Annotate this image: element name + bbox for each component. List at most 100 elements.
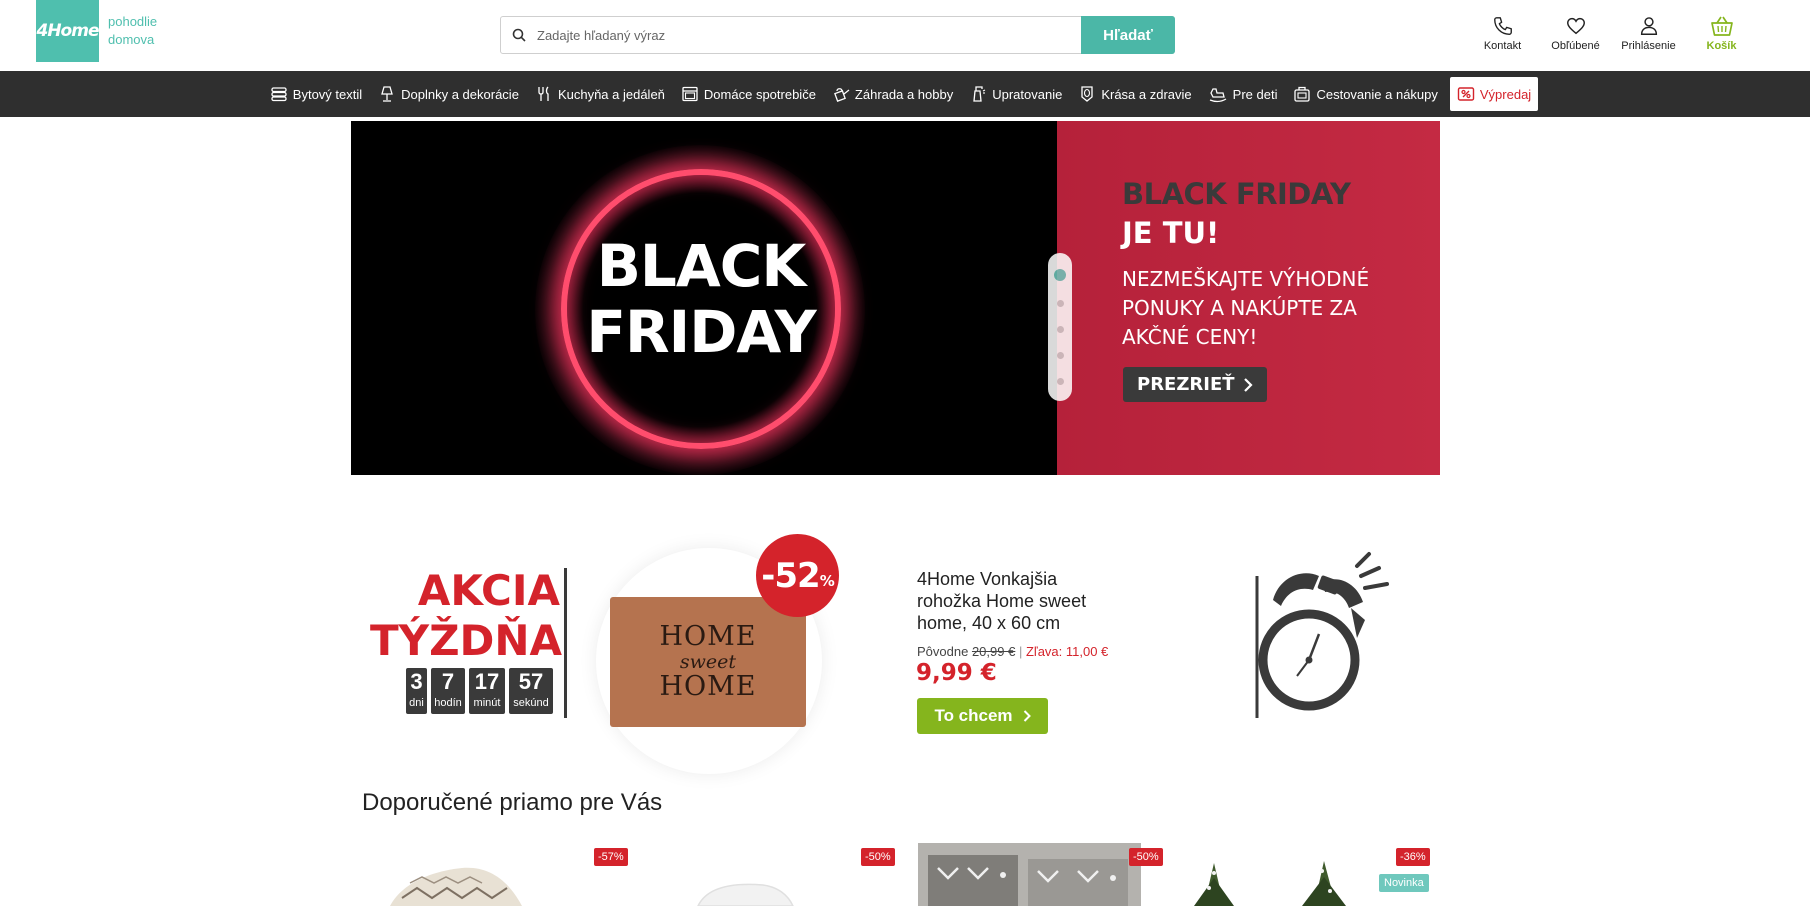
logo[interactable]: 4Home: [36, 0, 99, 62]
hero-banner[interactable]: BLACK FRIDAY BLACK FRIDAY JE TU! NEZMEŠK…: [351, 121, 1440, 475]
towels-icon: [271, 87, 287, 102]
countdown-label: minút: [473, 697, 501, 709]
contact-link[interactable]: Kontakt: [1466, 15, 1539, 52]
hero-dot[interactable]: [1056, 299, 1064, 307]
deal-product-name[interactable]: 4Home Vonkajšia rohožka Home sweet home,…: [917, 568, 1097, 634]
basket-icon: [1710, 16, 1733, 36]
chevron-right-icon: [1243, 377, 1253, 392]
discount-badge: -36%: [1396, 848, 1430, 866]
buy-button-label: To chcem: [934, 706, 1013, 725]
hero-cta-button[interactable]: PREZRIEŤ: [1123, 367, 1267, 402]
countdown-value: 7: [441, 669, 455, 694]
product-image: [390, 867, 522, 906]
user-icon: [1640, 17, 1657, 35]
discount-badge: -52%: [756, 534, 839, 617]
nav-label: Domáce spotrebiče: [703, 86, 816, 102]
product-image: [918, 843, 1141, 906]
nav-item-cestovanie[interactable]: Cestovanie a nákupy: [1285, 77, 1445, 111]
nav-label: Bytový textil: [292, 86, 363, 102]
hero-subtitle: JE TU!: [1122, 216, 1220, 250]
alarm-clock-icon: [1255, 552, 1389, 718]
nav-label: Kuchyňa a jedáleň: [557, 86, 665, 102]
hero-left-panel: BLACK FRIDAY: [351, 121, 1057, 475]
nav-label: Upratovanie: [992, 86, 1063, 102]
hero-dot[interactable]: [1054, 268, 1066, 281]
recommended-title: Doporučené priamo pre Vás: [362, 789, 663, 816]
savings-amount: Zľava: 11,00 €: [1025, 644, 1109, 659]
hero-dot[interactable]: [1056, 378, 1064, 386]
login-label: Prihlásenie: [1621, 40, 1676, 52]
product-card[interactable]: [362, 843, 585, 906]
countdown-hours: 7 hodín: [431, 668, 465, 714]
tagline-line1: pohodlie: [108, 14, 158, 29]
countdown-value: 3: [410, 669, 423, 694]
category-nav: Bytový textil Doplnky a dekorácie Kuchyň…: [0, 71, 1810, 117]
mirror-icon: [1081, 86, 1093, 102]
hero-dot[interactable]: [1056, 325, 1064, 333]
doormat-text: HOME: [659, 621, 757, 652]
nav-item-krasa[interactable]: Krása a zdravie: [1070, 77, 1199, 111]
doormat-image[interactable]: HOME sweet HOME: [610, 597, 806, 727]
hero-big-title: BLACK FRIDAY: [561, 233, 841, 365]
search-input[interactable]: [537, 17, 1081, 53]
original-price-label: Pôvodne: [917, 644, 969, 659]
search-button[interactable]: Hľadať: [1081, 16, 1175, 54]
search-bar: Hľadať: [500, 16, 1175, 54]
nav-item-vypredaj[interactable]: Výpredaj: [1449, 77, 1539, 111]
logo-text: 4Home: [36, 21, 100, 41]
chevron-right-icon: [1023, 710, 1031, 722]
new-badge: Novinka: [1379, 874, 1429, 892]
hero-big-line1: BLACK: [596, 232, 807, 300]
countdown-value: 57: [518, 669, 544, 694]
favorites-link[interactable]: Obľúbené: [1539, 15, 1612, 52]
favorites-label: Obľúbené: [1551, 40, 1600, 52]
hero-cta-label: PREZRIEŤ: [1137, 374, 1235, 395]
hero-pagination: [1048, 253, 1072, 401]
tagline-line2: domova: [108, 32, 155, 47]
deal-title: AKCIA TÝŽDŇA: [370, 566, 563, 666]
product-card[interactable]: [1164, 843, 1387, 906]
nav-item-doplnky[interactable]: Doplnky a dekorácie: [370, 77, 527, 111]
deal-title-line2: TÝŽDŇA: [370, 616, 563, 665]
hero-dot[interactable]: [1056, 352, 1064, 360]
site-header: 4Home pohodlie domova Hľadať Kontakt Obľ…: [0, 0, 1810, 71]
tagline: pohodlie domova: [108, 13, 157, 49]
nav-label: Doplnky a dekorácie: [401, 86, 519, 102]
buy-button[interactable]: To chcem: [917, 698, 1048, 734]
deal-title-line1: AKCIA: [417, 566, 560, 615]
login-link[interactable]: Prihlásenie: [1612, 15, 1685, 52]
discount-badge: -50%: [861, 848, 895, 866]
sale-tag-icon: [1457, 87, 1475, 101]
price-separator: |: [1018, 644, 1023, 659]
countdown-label: sekúnd: [513, 697, 549, 709]
contact-label: Kontakt: [1483, 40, 1522, 52]
deal-divider: [564, 568, 567, 718]
product-image: [1194, 861, 1346, 906]
product-card[interactable]: [628, 843, 851, 906]
nav-label: Záhrada a hobby: [854, 86, 954, 102]
cart-link[interactable]: Košík: [1685, 15, 1758, 52]
product-card[interactable]: [918, 843, 1141, 906]
discount-value: -52: [761, 555, 820, 596]
nav-item-zahrada[interactable]: Záhrada a hobby: [824, 77, 961, 111]
heart-icon: [1566, 17, 1585, 35]
countdown-seconds: 57 sekúnd: [509, 668, 553, 714]
nav-label: Cestovanie a nákupy: [1316, 86, 1438, 102]
hero-big-line2: FRIDAY: [586, 298, 816, 366]
nav-label: Výpredaj: [1479, 86, 1532, 102]
hero-description: NEZMEŠKAJTE VÝHODNÉ PONUKY A NAKÚPTE ZA …: [1122, 267, 1370, 349]
nav-item-bytovy-textil[interactable]: Bytový textil: [262, 77, 370, 111]
spray-icon: [973, 86, 986, 102]
doormat-text: sweet: [679, 651, 737, 673]
cutlery-icon: [538, 86, 549, 101]
nav-item-upratovanie[interactable]: Upratovanie: [961, 77, 1070, 111]
countdown-timer: 3 dni 7 hodín 17 minút 57 sekúnd: [406, 668, 553, 714]
discount-badge: -50%: [1129, 848, 1163, 866]
nav-item-spotrebice[interactable]: Domáce spotrebiče: [673, 77, 824, 111]
nav-item-pre-deti[interactable]: Pre deti: [1200, 77, 1286, 111]
phone-icon: [1493, 17, 1512, 35]
watering-can-icon: [833, 88, 850, 102]
nav-item-kuchyna[interactable]: Kuchyňa a jedáleň: [527, 77, 673, 111]
product-image: [697, 883, 794, 906]
countdown-label: dni: [409, 697, 424, 709]
